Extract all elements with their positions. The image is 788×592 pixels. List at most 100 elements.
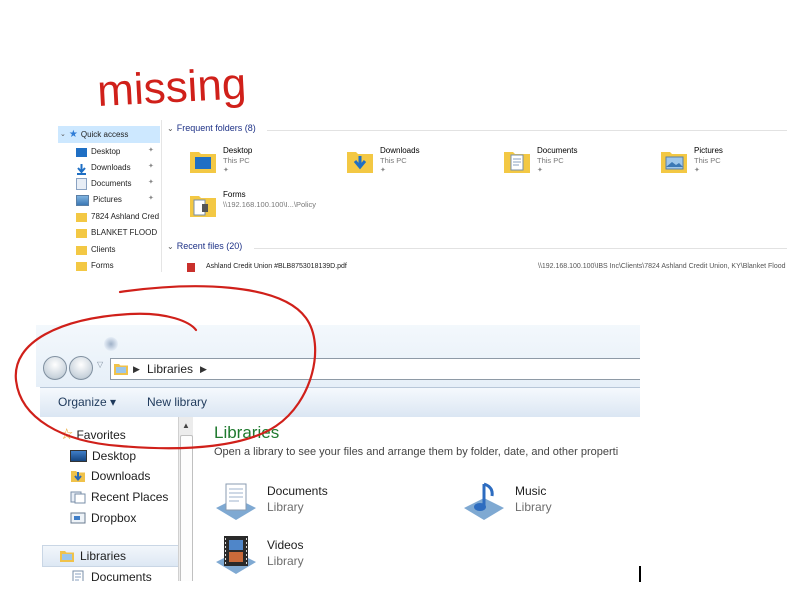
folder-location: This PC <box>537 156 564 165</box>
frequent-folder-documents[interactable]: Documents This PC ✦ <box>503 146 653 182</box>
pin-icon: ✦ <box>148 179 154 186</box>
library-videos[interactable]: Videos Library <box>214 534 434 578</box>
text-cursor <box>639 566 641 582</box>
documents-icon <box>70 570 86 581</box>
nav-item-desktop[interactable]: Desktop <box>76 144 120 160</box>
nav-item-label: Desktop <box>91 147 121 156</box>
libraries-icon <box>114 364 128 375</box>
pin-icon: ✦ <box>223 167 229 174</box>
nav-item-label: Dropbox <box>91 511 137 525</box>
chevron-down-icon: ⌄ <box>60 131 66 138</box>
recent-file-path: \\192.168.100.100\IBS Inc\Clients\7824 A… <box>538 263 786 270</box>
downloads-icon <box>70 469 86 483</box>
recent-files-header[interactable]: ⌄ Recent files (20) <box>167 241 242 251</box>
library-type: Library <box>267 554 304 568</box>
win7-content-pane: Libraries Open a library to see your fil… <box>193 417 640 581</box>
nav-item-label: Downloads <box>91 163 131 172</box>
pin-icon: ✦ <box>537 167 543 174</box>
library-documents[interactable]: Documents Library <box>214 480 434 524</box>
desktop-folder-icon <box>190 152 216 173</box>
nav-item-downloads[interactable]: Downloads <box>70 466 150 486</box>
nav-item-label: Clients <box>91 245 116 254</box>
pictures-folder-icon <box>661 152 687 173</box>
breadcrumb-libraries[interactable]: Libraries <box>147 359 193 379</box>
frequent-folders-header[interactable]: ⌄ Frequent folders (8) <box>167 123 256 133</box>
organize-button[interactable]: Organize ▾ <box>58 395 116 409</box>
address-bar[interactable]: ▶ Libraries ▶ <box>110 358 640 380</box>
nav-item-folder[interactable]: 7824 Ashland Cred <box>76 209 159 225</box>
desktop-icon <box>76 147 87 157</box>
folder-icon <box>76 212 87 222</box>
folder-name: Desktop <box>223 146 253 155</box>
win10-content-pane: ⌄ Frequent folders (8) Desktop This PC ✦ … <box>161 120 788 272</box>
libraries-header[interactable]: Libraries <box>42 545 180 567</box>
folder-location: This PC <box>223 156 250 165</box>
folder-name: Downloads <box>380 146 420 155</box>
breadcrumb-arrow-icon[interactable]: ▶ <box>200 359 207 379</box>
recent-file-name: Ashland Credit Union #BLB8753018139D.pdf <box>206 263 347 270</box>
command-bar: Organize ▾ New library <box>40 387 640 418</box>
pdf-icon <box>187 263 195 272</box>
pin-icon: ✦ <box>694 167 700 174</box>
recent-pages-chevron-icon[interactable]: ▽ <box>97 360 103 369</box>
frequent-folder-downloads[interactable]: Downloads This PC ✦ <box>346 146 496 182</box>
frequent-folder-forms[interactable]: Forms \\192.168.100.100\I...\Policy <box>189 190 389 226</box>
network-folder-icon <box>190 196 216 217</box>
library-name: Videos <box>267 538 304 552</box>
downloads-folder-icon <box>347 152 373 173</box>
nav-item-documents[interactable]: Documents <box>76 176 131 192</box>
folder-location: This PC <box>380 156 407 165</box>
library-type: Library <box>515 500 552 514</box>
nav-header-label: Favorites <box>76 428 126 442</box>
folder-name: Documents <box>537 146 578 155</box>
group-label: Frequent folders (8) <box>176 123 256 133</box>
nav-item-documents[interactable]: Documents <box>70 567 152 581</box>
quick-access-item[interactable]: ⌄ ★ Quick access <box>60 127 128 143</box>
nav-item-folder[interactable]: BLANKET FLOOD <box>76 225 157 241</box>
pin-icon: ✦ <box>380 167 386 174</box>
pin-icon: ✦ <box>148 195 154 202</box>
scrollbar-thumb[interactable] <box>180 435 193 581</box>
scroll-up-arrow-icon[interactable]: ▲ <box>182 421 190 430</box>
nav-item-label: Documents <box>91 179 132 188</box>
documents-folder-icon <box>504 152 530 173</box>
libraries-icon <box>59 549 75 563</box>
downloads-icon <box>76 163 87 175</box>
library-music[interactable]: Music Library <box>462 480 640 524</box>
navigation-scrollbar[interactable]: ▲ <box>178 417 193 581</box>
nav-item-label: Recent Places <box>91 490 169 504</box>
desktop-icon <box>70 450 87 462</box>
nav-item-label: Documents <box>91 570 152 581</box>
pin-icon: ✦ <box>148 163 154 170</box>
folder-icon <box>76 228 87 238</box>
pictures-icon <box>76 194 89 206</box>
nav-item-label: Pictures <box>93 195 122 204</box>
forward-button[interactable] <box>69 356 93 380</box>
nav-item-dropbox[interactable]: Dropbox <box>70 508 136 528</box>
breadcrumb-arrow-icon[interactable]: ▶ <box>133 359 140 379</box>
frequent-folder-pictures[interactable]: Pictures This PC ✦ <box>660 146 788 182</box>
folder-icon <box>76 261 87 271</box>
nav-item-downloads[interactable]: Downloads <box>76 160 131 176</box>
back-button[interactable] <box>43 356 67 380</box>
library-type: Library <box>267 500 304 514</box>
folder-name: Forms <box>223 190 246 199</box>
handwritten-missing-text: missing <box>96 59 248 116</box>
recent-file-row[interactable]: Ashland Credit Union #BLB8753018139D.pdf… <box>187 263 787 272</box>
win7-explorer-snippet: ▽ ▶ Libraries ▶ Organize ▾ New library ☆… <box>36 325 640 581</box>
nav-item-folder[interactable]: Forms <box>76 258 114 272</box>
favorites-star-icon: ☆ <box>60 426 74 443</box>
dropbox-icon <box>70 511 86 525</box>
favorites-header[interactable]: ☆ Favorites <box>60 425 126 445</box>
new-library-button[interactable]: New library <box>147 395 207 409</box>
pin-icon: ✦ <box>148 147 154 154</box>
nav-item-recent-places[interactable]: Recent Places <box>70 487 168 507</box>
frequent-folder-desktop[interactable]: Desktop This PC ✦ <box>189 146 339 182</box>
nav-item-label: BLANKET FLOOD <box>91 228 158 237</box>
documents-library-icon <box>216 483 256 520</box>
nav-item-folder[interactable]: Clients <box>76 242 115 258</box>
documents-icon <box>76 178 87 190</box>
window-icon <box>104 337 118 351</box>
nav-item-pictures[interactable]: Pictures <box>76 192 122 208</box>
nav-item-desktop[interactable]: Desktop <box>70 446 136 466</box>
